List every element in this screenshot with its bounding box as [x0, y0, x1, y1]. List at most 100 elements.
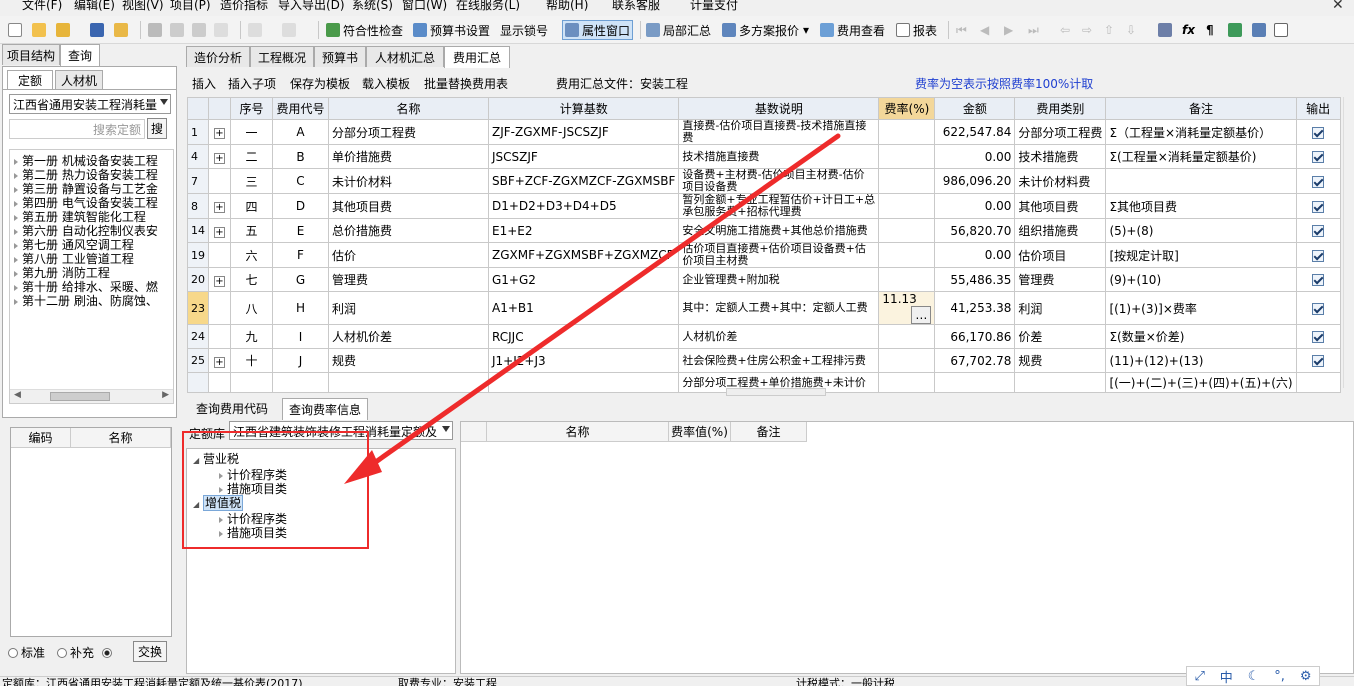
cell-base-desc[interactable]: 人材机价差	[678, 324, 880, 349]
cell-code[interactable]: F	[272, 242, 329, 268]
table-row[interactable]: 24 九 I 人材机价差 RCJJC 人材机价差 66,170.86 价差 Σ(数量×价差)	[187, 324, 1341, 349]
column-header-category[interactable]: 费用类别	[1014, 97, 1107, 120]
tab-material-summary[interactable]: 人材机汇总	[366, 46, 444, 67]
cell-output[interactable]	[1295, 218, 1341, 243]
tab-project-structure[interactable]: 项目结构	[2, 44, 60, 65]
cell-note[interactable]: Σ（工程量×消耗量定额基价）	[1105, 119, 1297, 145]
cell-rate[interactable]	[878, 193, 936, 219]
cell-base-desc[interactable]: 暂列金额+专业工程暂估价+计日工+总承包服务费+招标代理费	[678, 193, 880, 219]
image-icon[interactable]	[1252, 20, 1269, 40]
menu-view[interactable]: 视图(V)	[122, 0, 164, 12]
cell-name[interactable]	[328, 372, 489, 393]
search-button[interactable]: 搜	[147, 118, 167, 139]
cell-output[interactable]	[1295, 324, 1341, 349]
cell-rate[interactable]	[878, 144, 936, 169]
tab-quota[interactable]: 定额	[7, 70, 53, 89]
delete-icon[interactable]	[214, 20, 231, 40]
cell-amount[interactable]: 56,820.70	[934, 218, 1016, 243]
column-header-base[interactable]: 计算基数	[487, 97, 680, 120]
cell-category[interactable]: 规费	[1014, 348, 1107, 373]
cell-base-desc[interactable]: 其中：定额人工费+其中：定额人工费	[678, 291, 880, 325]
table-row[interactable]: 14 + 五 E 总价措施费 E1+E2 安全文明施工措施费+其他总价措施费 56,820.7…	[187, 218, 1341, 243]
cell-category[interactable]: 利润	[1014, 291, 1107, 325]
cell-category[interactable]	[1014, 372, 1107, 393]
cell-note[interactable]: Σ(数量×价差)	[1105, 324, 1297, 349]
cell-base-desc[interactable]: 估价项目直接费+估价项目设备费+估价项目主材费	[678, 242, 880, 268]
cell-base-desc[interactable]: 企业管理费+附加税	[678, 267, 880, 292]
copy-icon[interactable]	[170, 20, 187, 40]
cell-note[interactable]: Σ(工程量×消耗量定额基价)	[1105, 144, 1297, 169]
cell-category[interactable]: 分部分项工程费	[1014, 119, 1107, 145]
tree-item-volume[interactable]: 第六册 自动化控制仪表安	[14, 224, 158, 238]
row-number[interactable]: 25	[187, 348, 209, 373]
cell-category[interactable]: 技术措施费	[1014, 144, 1107, 169]
menu-edit[interactable]: 编辑(E)	[74, 0, 115, 12]
radio-standard[interactable]: 标准	[8, 644, 45, 661]
menu-online[interactable]: 在线服务(L)	[456, 0, 520, 12]
expand-toggle[interactable]: +	[208, 193, 231, 219]
expand-icon[interactable]: +	[214, 226, 225, 238]
paragraph-icon[interactable]: ¶	[1206, 20, 1214, 40]
tree-item-volume[interactable]: 第九册 消防工程	[14, 266, 110, 280]
expand-icon[interactable]: +	[214, 128, 225, 139]
move-right-icon[interactable]: ⇨	[1082, 20, 1092, 40]
cell-seq[interactable]: 六	[230, 242, 273, 268]
row-number[interactable]: 20	[187, 267, 209, 292]
formula-icon[interactable]: fx	[1182, 20, 1195, 40]
output-checkbox[interactable]	[1312, 175, 1325, 188]
insert-child-button[interactable]: 插入子项	[228, 75, 276, 92]
expand-icon[interactable]: +	[214, 202, 225, 213]
cell-name[interactable]: 管理费	[328, 267, 489, 292]
output-checkbox[interactable]	[1312, 200, 1325, 213]
swap-button[interactable]: 交换	[133, 641, 167, 662]
menu-system[interactable]: 系统(S)	[352, 0, 393, 12]
quota-search-input[interactable]: 搜索定额	[9, 119, 145, 139]
column-header-code[interactable]: 编码	[11, 428, 71, 448]
expand-toggle[interactable]: +	[208, 348, 231, 373]
column-header-output[interactable]: 输出	[1295, 97, 1341, 120]
cell-note[interactable]: (9)+(10)	[1105, 267, 1297, 292]
cell-rate[interactable]	[878, 119, 936, 145]
cell-code[interactable]: D	[272, 193, 329, 219]
cell-output[interactable]	[1295, 372, 1341, 393]
cell-rate[interactable]	[878, 242, 936, 268]
redo-icon[interactable]	[282, 20, 299, 40]
cell-category[interactable]: 管理费	[1014, 267, 1107, 292]
radio-supplement[interactable]: 补充	[57, 644, 94, 661]
library-select[interactable]: 江西省通用安装工程消耗量	[9, 94, 171, 114]
batch-replace-button[interactable]: 批量替换费用表	[424, 75, 508, 92]
cell-category[interactable]: 价差	[1014, 324, 1107, 349]
open-dropdown-icon[interactable]	[56, 20, 73, 40]
cell-output[interactable]	[1295, 348, 1341, 373]
gear-icon[interactable]: ⚙	[1300, 669, 1312, 684]
budget-settings-button[interactable]: 预算书设置	[413, 20, 490, 40]
expand-toggle[interactable]	[208, 168, 231, 194]
cell-seq[interactable]: 四	[230, 193, 273, 219]
tree-item-volume[interactable]: 第十册 给排水、采暖、燃	[14, 280, 158, 294]
cell-code[interactable]: J	[272, 348, 329, 373]
tab-fee-code-query[interactable]: 查询费用代码	[188, 398, 276, 419]
paste-icon[interactable]	[192, 20, 209, 40]
save-all-icon[interactable]	[114, 20, 131, 40]
tab-budget[interactable]: 预算书	[314, 46, 366, 67]
row-number[interactable]: 4	[187, 144, 209, 169]
rate-picker-button[interactable]: …	[911, 306, 932, 324]
cell-amount[interactable]: 0.00	[934, 193, 1016, 219]
tree-item-volume[interactable]: 第一册 机械设备安装工程	[14, 154, 158, 168]
expand-toggle[interactable]: +	[208, 119, 231, 145]
column-header-rate-note[interactable]: 备注	[731, 422, 807, 442]
column-header-name[interactable]: 名称	[71, 428, 171, 448]
tree-item-volume[interactable]: 第三册 静置设备与工艺金	[14, 182, 158, 196]
cell-category[interactable]: 估价项目	[1014, 242, 1107, 268]
cell-base[interactable]: J1+J2+J3	[487, 348, 680, 373]
menu-project[interactable]: 项目(P)	[170, 0, 211, 12]
column-header-amount[interactable]: 金额	[934, 97, 1016, 120]
tab-materials[interactable]: 人材机	[55, 70, 103, 89]
column-header-note[interactable]: 备注	[1105, 97, 1297, 120]
tab-query[interactable]: 查询	[60, 44, 100, 66]
report-button[interactable]: 报表	[896, 20, 937, 40]
cell-base-desc[interactable]: 安全文明施工措施费+其他总价措施费	[678, 218, 880, 243]
prev-icon[interactable]: ◀	[980, 20, 989, 40]
output-checkbox[interactable]	[1312, 249, 1325, 262]
cell-name[interactable]: 利润	[328, 291, 489, 325]
